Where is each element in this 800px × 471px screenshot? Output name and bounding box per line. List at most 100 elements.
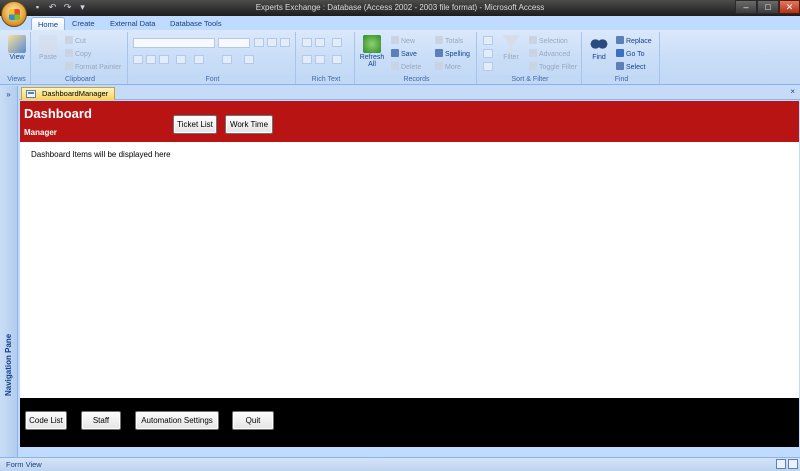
replace-button[interactable]: Replace bbox=[616, 36, 652, 45]
more-button[interactable]: More bbox=[435, 62, 461, 71]
save-label: Save bbox=[401, 51, 417, 58]
ticket-list-button[interactable]: Ticket List bbox=[173, 115, 217, 134]
filter-label: Filter bbox=[503, 54, 519, 61]
sigma-icon bbox=[435, 36, 443, 44]
close-button[interactable]: ✕ bbox=[779, 0, 800, 14]
form-view-icon[interactable] bbox=[776, 459, 786, 469]
highlight-icon[interactable] bbox=[332, 55, 342, 64]
select-label: Select bbox=[626, 64, 646, 71]
clear-sort-icon[interactable] bbox=[483, 62, 493, 71]
selection-label: Selection bbox=[539, 38, 568, 45]
maximize-icon: □ bbox=[765, 2, 771, 12]
italic-icon[interactable] bbox=[146, 55, 156, 64]
tab-home[interactable]: Home bbox=[31, 17, 66, 30]
cut-button[interactable]: Cut bbox=[65, 36, 86, 45]
sort-descending-icon[interactable] bbox=[483, 49, 493, 58]
view-button[interactable]: View bbox=[6, 35, 28, 61]
office-button[interactable] bbox=[1, 1, 27, 27]
dashboard-placeholder-text: Dashboard Items will be displayed here bbox=[31, 150, 171, 159]
goto-arrow-icon bbox=[616, 49, 624, 57]
bold-icon[interactable] bbox=[133, 55, 143, 64]
toggle-filter-button[interactable]: Toggle Filter bbox=[529, 62, 577, 71]
bullets-icon[interactable] bbox=[302, 55, 312, 64]
delete-label: Delete bbox=[401, 64, 422, 71]
gridlines-icon[interactable] bbox=[222, 55, 232, 64]
toggle-filter-label: Toggle Filter bbox=[539, 64, 578, 71]
select-button[interactable]: Select bbox=[616, 62, 645, 71]
new-record-button[interactable]: New bbox=[391, 36, 415, 45]
maximize-button[interactable]: □ bbox=[757, 0, 779, 14]
delete-icon bbox=[391, 62, 399, 70]
work-time-button[interactable]: Work Time bbox=[225, 115, 273, 134]
font-name-combo[interactable] bbox=[133, 38, 215, 48]
office-logo-icon bbox=[9, 9, 20, 20]
align-center-icon[interactable] bbox=[267, 38, 277, 47]
selection-button[interactable]: Selection bbox=[529, 36, 568, 45]
replace-icon bbox=[616, 36, 624, 44]
increase-indent-icon[interactable] bbox=[315, 38, 325, 47]
view-label: View bbox=[9, 54, 25, 61]
font-group-label: Font bbox=[130, 75, 295, 84]
delete-record-button[interactable]: Delete bbox=[391, 62, 421, 71]
copy-icon bbox=[65, 49, 73, 57]
form-subtitle: Manager bbox=[24, 128, 57, 137]
more-label: More bbox=[445, 64, 461, 71]
select-icon bbox=[616, 62, 624, 70]
nav-pane-toggle-icon[interactable]: » bbox=[2, 90, 15, 100]
paste-button[interactable]: Paste bbox=[36, 35, 60, 61]
advanced-label: Advanced bbox=[539, 51, 571, 58]
align-left-icon[interactable] bbox=[254, 38, 264, 47]
records-group: Refresh All New Save Delete Totals Spell… bbox=[357, 32, 477, 84]
font-size-combo[interactable] bbox=[218, 38, 250, 48]
navigation-pane[interactable]: » Navigation Pane bbox=[0, 86, 18, 457]
paste-label: Paste bbox=[39, 54, 57, 61]
save-record-button[interactable]: Save bbox=[391, 49, 417, 58]
design-view-icon[interactable] bbox=[788, 459, 798, 469]
font-color-icon[interactable] bbox=[176, 55, 186, 64]
records-group-label: Records bbox=[357, 75, 476, 84]
format-painter-button[interactable]: Format Painter bbox=[65, 62, 121, 71]
alternate-fill-icon[interactable] bbox=[244, 55, 254, 64]
document-tab-strip: DashboardManager × bbox=[19, 86, 800, 100]
numbering-icon[interactable] bbox=[332, 38, 342, 47]
fill-color-icon[interactable] bbox=[194, 55, 204, 64]
spelling-button[interactable]: Spelling bbox=[435, 49, 470, 58]
refresh-sub-label: All bbox=[368, 61, 376, 68]
totals-label: Totals bbox=[445, 38, 464, 45]
staff-button[interactable]: Staff bbox=[81, 411, 121, 430]
refresh-all-button[interactable]: Refresh All bbox=[359, 35, 385, 68]
align-right-icon[interactable] bbox=[280, 38, 290, 47]
sort-ascending-icon[interactable] bbox=[483, 36, 493, 45]
status-text: Form View bbox=[6, 460, 42, 469]
cut-label: Cut bbox=[75, 38, 86, 45]
tab-create[interactable]: Create bbox=[66, 17, 101, 30]
minimize-icon: – bbox=[743, 2, 749, 12]
copy-button[interactable]: Copy bbox=[65, 49, 91, 58]
decrease-indent-icon[interactable] bbox=[302, 38, 312, 47]
toggle-filter-icon bbox=[529, 62, 537, 70]
format-painter-label: Format Painter bbox=[75, 64, 122, 71]
tab-database-tools[interactable]: Database Tools bbox=[164, 17, 228, 30]
quit-button[interactable]: Quit bbox=[232, 411, 274, 430]
replace-label: Replace bbox=[626, 38, 652, 45]
advanced-button[interactable]: Advanced bbox=[529, 49, 570, 58]
sort-filter-group-label: Sort & Filter bbox=[479, 75, 581, 84]
tab-dashboard-manager[interactable]: DashboardManager bbox=[21, 87, 116, 100]
document-close-icon[interactable]: × bbox=[790, 87, 795, 96]
automation-settings-button[interactable]: Automation Settings bbox=[135, 411, 219, 430]
title-bar: ▪ ↶ ↷ ▾ Experts Exchange : Database (Acc… bbox=[0, 0, 800, 16]
views-group-label: Views bbox=[3, 75, 30, 84]
spelling-label: Spelling bbox=[445, 51, 470, 58]
goto-button[interactable]: Go To bbox=[616, 49, 645, 58]
find-button[interactable]: Find bbox=[587, 35, 611, 61]
underline-icon[interactable] bbox=[159, 55, 169, 64]
advanced-icon bbox=[529, 49, 537, 57]
list-icon[interactable] bbox=[315, 55, 325, 64]
code-list-button[interactable]: Code List bbox=[25, 411, 67, 430]
filter-button[interactable]: Filter bbox=[499, 35, 523, 61]
navigation-pane-label: Navigation Pane bbox=[4, 333, 13, 396]
tab-external-data[interactable]: External Data bbox=[104, 17, 161, 30]
totals-button[interactable]: Totals bbox=[435, 36, 463, 45]
rich-text-group: Rich Text bbox=[298, 32, 355, 84]
minimize-button[interactable]: – bbox=[735, 0, 757, 14]
